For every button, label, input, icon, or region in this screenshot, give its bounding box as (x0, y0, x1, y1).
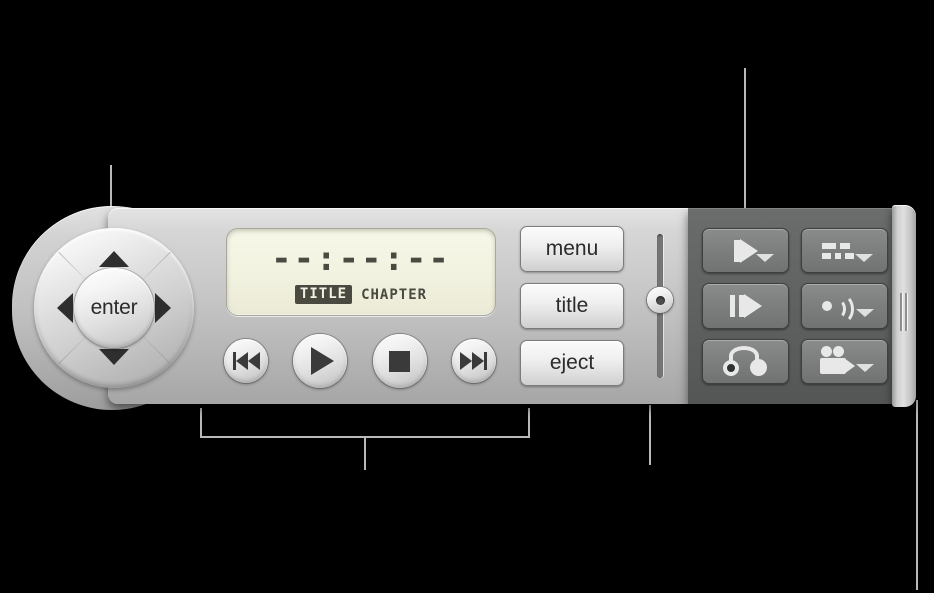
resize-grip-handle[interactable] (892, 205, 916, 407)
triangle-left-icon (57, 293, 73, 323)
bracket-stem (364, 438, 366, 470)
video-camera-icon (819, 346, 860, 376)
lcd-title-badge: TITLE (294, 285, 353, 304)
slow-motion-button[interactable] (702, 283, 789, 329)
menu-button[interactable]: menu (520, 226, 624, 272)
lcd-label-row: TITLE CHAPTER (294, 285, 428, 304)
media-options-grid (702, 228, 888, 384)
skip-next-icon (460, 352, 488, 370)
chevron-down-icon (756, 254, 774, 263)
chevron-down-icon (856, 308, 874, 317)
triangle-down-icon (99, 349, 129, 365)
bookmark-loop-icon (722, 346, 769, 377)
callout-bracket-transport (200, 408, 530, 470)
title-button-label: title (555, 294, 589, 317)
callout-line-volume-slider (649, 405, 651, 465)
subtitles-icon (821, 242, 854, 259)
enter-button[interactable]: enter (74, 268, 154, 348)
enter-button-label: enter (90, 296, 138, 319)
next-button[interactable] (451, 339, 496, 383)
step-forward-icon (733, 238, 758, 263)
play-button[interactable] (293, 334, 348, 388)
bracket-left-arm (200, 408, 202, 438)
callout-line-grip-handle (916, 400, 918, 590)
volume-slider[interactable] (642, 230, 678, 382)
stop-button[interactable] (372, 334, 427, 388)
subtitles-button[interactable] (801, 228, 888, 274)
function-buttons: menu title eject (520, 226, 624, 386)
slider-knob-icon[interactable] (647, 287, 673, 313)
previous-button[interactable] (224, 339, 268, 383)
camera-angle-button[interactable] (801, 338, 888, 384)
step-forward-button[interactable] (702, 228, 789, 274)
bracket-right-arm (528, 408, 530, 438)
chevron-down-icon (856, 363, 874, 372)
dvd-player-controller: enter --:--:-- TITLE CHAPTER menu title … (12, 205, 917, 410)
lcd-display: --:--:-- TITLE CHAPTER (226, 228, 496, 316)
eject-button-label: eject (549, 351, 595, 374)
slow-motion-icon (729, 293, 762, 318)
grip-lines-icon (898, 293, 910, 331)
lcd-time-readout: --:--:-- (271, 239, 451, 279)
menu-button-label: menu (545, 237, 599, 260)
audio-track-button[interactable] (801, 283, 888, 329)
audio-waves-icon (821, 292, 856, 324)
triangle-up-icon (99, 251, 129, 267)
skip-previous-icon (232, 352, 260, 370)
lcd-chapter-label: CHAPTER (361, 286, 428, 303)
navigation-dpad[interactable]: enter (34, 228, 194, 388)
title-button[interactable]: title (520, 283, 624, 329)
triangle-right-icon (155, 293, 171, 323)
stop-icon (389, 350, 411, 372)
transport-controls (224, 333, 496, 389)
eject-button[interactable]: eject (520, 340, 624, 386)
bookmarks-button[interactable] (702, 338, 789, 384)
play-icon (311, 347, 335, 375)
chevron-down-icon (855, 254, 873, 263)
